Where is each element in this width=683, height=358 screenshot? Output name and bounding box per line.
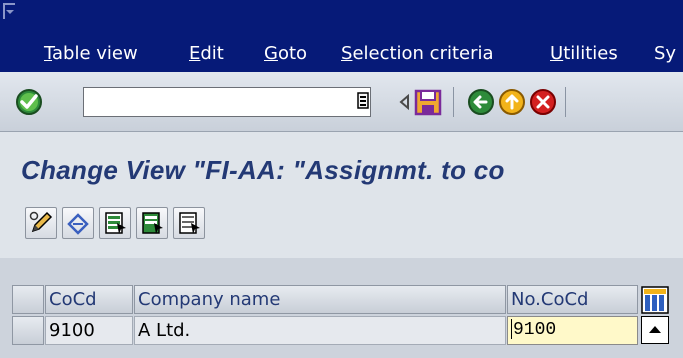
cell-cocd: 9100 [45, 316, 133, 345]
cancel-icon[interactable] [528, 87, 558, 117]
history-dropdown-icon[interactable] [356, 92, 372, 110]
menu-goto-accel: G [264, 43, 278, 64]
cell-company-name: A Ltd. [134, 316, 506, 345]
toolbar-separator-2 [565, 87, 566, 117]
menu-edit[interactable]: Edit [189, 43, 224, 65]
select-block-icon [142, 212, 163, 234]
back-icon[interactable] [466, 87, 496, 117]
menu-system[interactable]: Sy [654, 43, 676, 65]
menu-table-view-accel: T [44, 43, 53, 64]
text-caret [511, 319, 512, 340]
menu-table-view-rest: able view [52, 43, 138, 64]
column-header-company-name[interactable]: Company name [134, 285, 506, 314]
save-icon[interactable] [413, 87, 443, 117]
cell-no-cocd-input[interactable]: 9100 [507, 316, 638, 345]
column-header-cocd[interactable]: CoCd [45, 285, 133, 314]
command-field[interactable] [83, 87, 371, 117]
exit-icon[interactable] [497, 87, 527, 117]
column-header-no-cocd[interactable]: No.CoCd [507, 285, 638, 314]
menu-utilities-rest: tilities [563, 43, 618, 64]
edit-pencil-button[interactable] [25, 207, 57, 239]
menu-goto[interactable]: Goto [264, 43, 307, 65]
undo-icon [67, 213, 89, 235]
menu-edit-accel: E [189, 43, 201, 64]
deselect-all-icon [179, 212, 200, 234]
edit-pencil-icon [29, 211, 53, 233]
row-selector[interactable] [12, 316, 44, 345]
menu-selection-rest: election criteria [352, 43, 494, 64]
select-all-button[interactable] [99, 207, 131, 239]
enter-checkmark-icon[interactable] [14, 87, 44, 117]
menu-selection-accel: S [341, 43, 353, 64]
undo-button[interactable] [62, 207, 94, 239]
deselect-all-button[interactable] [173, 207, 205, 239]
system-menu-icon[interactable] [3, 3, 15, 19]
select-block-button[interactable] [136, 207, 168, 239]
page-title: Change View "FI-AA: "Assignmt. to co [21, 155, 505, 185]
menu-selection-criteria[interactable]: Selection criteria [341, 43, 494, 65]
cell-no-cocd-value: 9100 [513, 320, 557, 340]
select-all-icon [105, 212, 126, 234]
scroll-up-arrow-icon [649, 326, 661, 333]
toolbar-separator [453, 87, 454, 117]
menu-goto-rest: oto [277, 43, 308, 64]
menu-table-view[interactable]: Table view [44, 43, 138, 65]
menu-utilities-accel: U [550, 43, 564, 64]
menu-edit-rest: dit [200, 43, 224, 64]
menu-utilities[interactable]: Utilities [550, 43, 618, 65]
scroll-up-button[interactable] [641, 316, 669, 344]
table-settings-icon[interactable] [641, 286, 669, 314]
command-input[interactable] [86, 90, 336, 114]
select-all-rows-button[interactable] [12, 285, 44, 314]
menu-bar: Table view Edit Goto Selection criteria … [0, 0, 683, 72]
